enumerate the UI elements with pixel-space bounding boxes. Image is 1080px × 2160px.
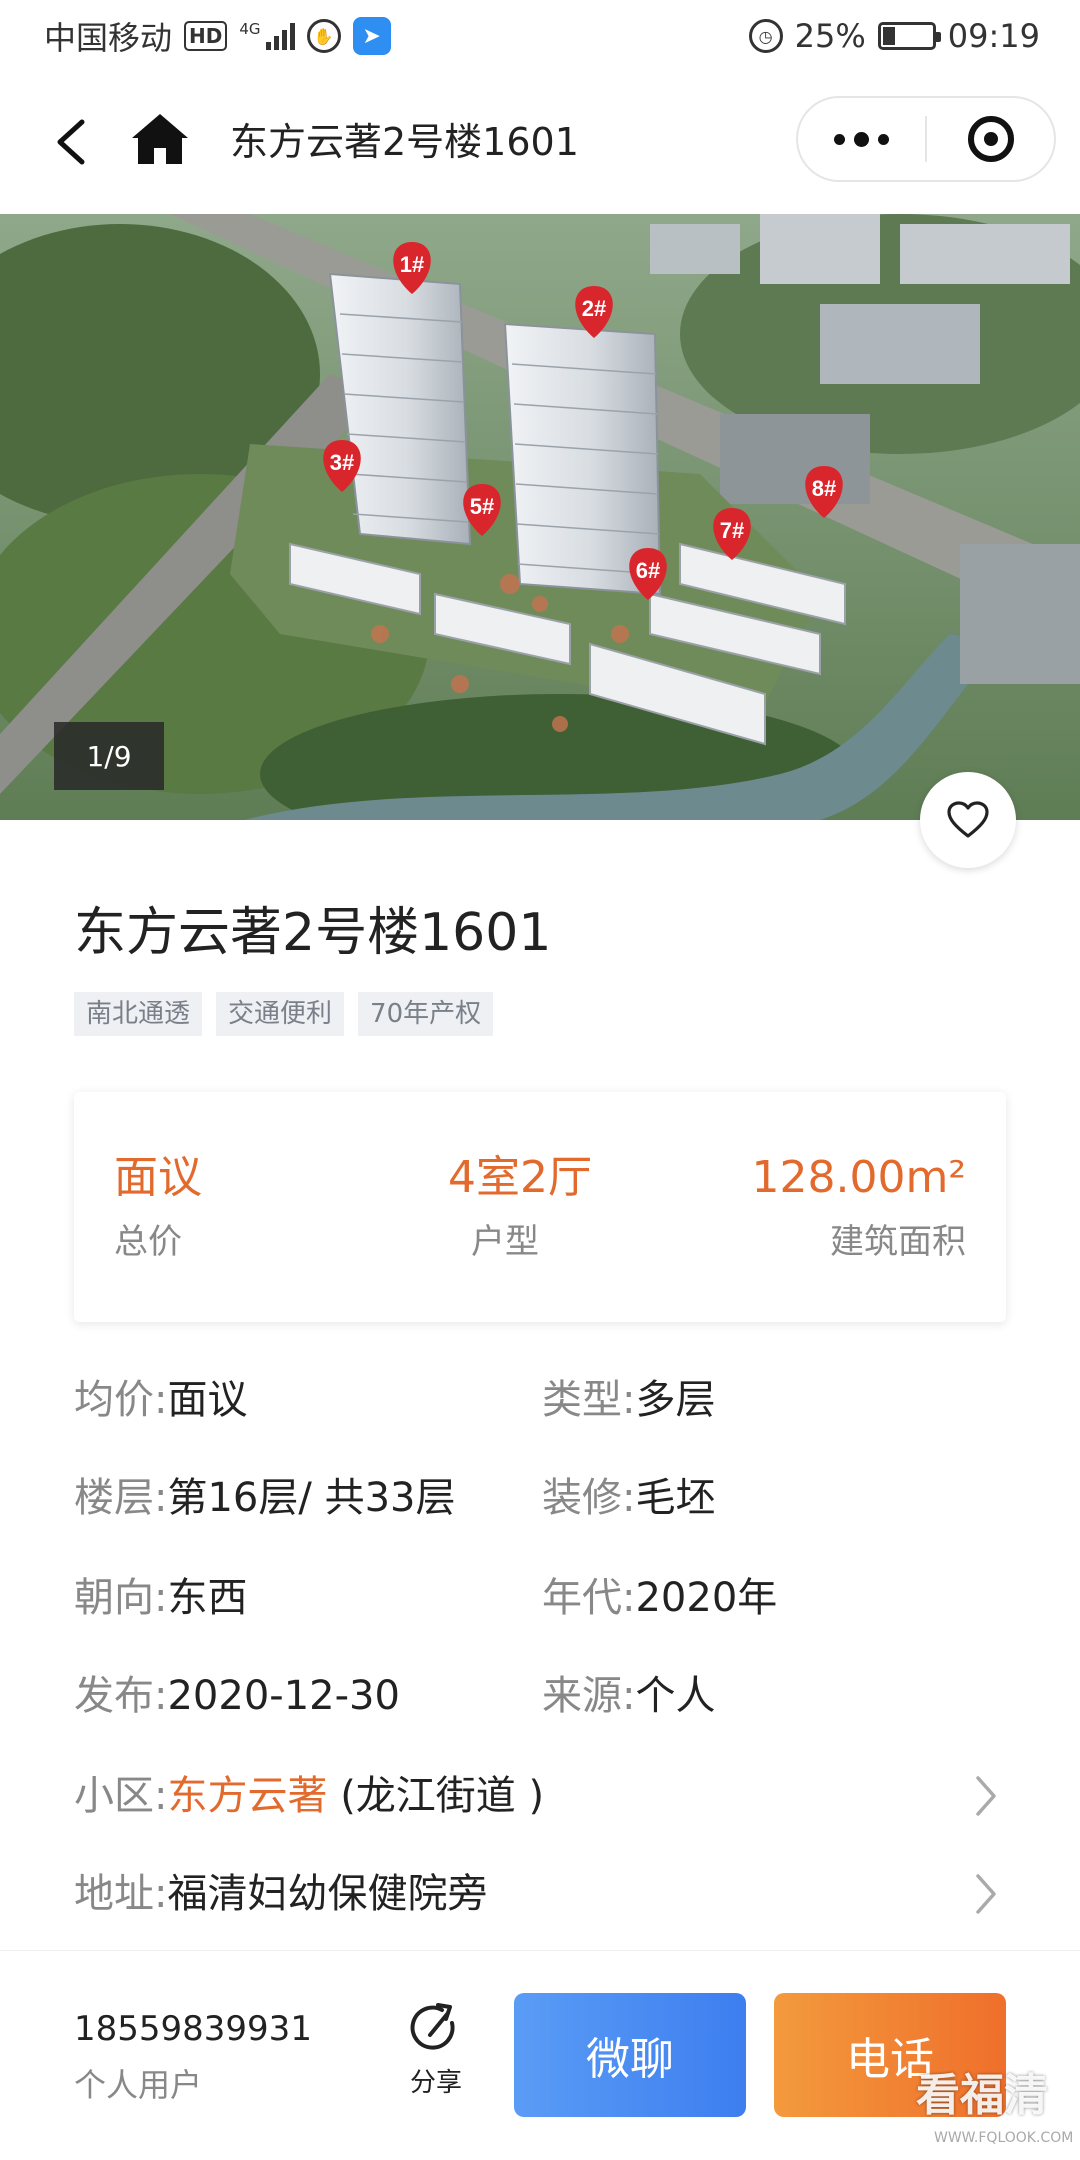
nav-title: 东方云著2号楼1601 xyxy=(230,120,579,164)
avg-price-key: 均价: xyxy=(74,1377,168,1423)
layout-value: 4室2厅 xyxy=(448,1152,592,1203)
status-left: 中国移动 HD 4G ✋ ➤ xyxy=(44,13,391,59)
watermark-logo: 看福清 xyxy=(916,2070,1048,2121)
app-notification-icon: ➤ xyxy=(352,17,391,55)
home-icon[interactable] xyxy=(128,108,192,172)
hand-icon: ✋ xyxy=(306,19,341,53)
source-key: 来源: xyxy=(542,1673,636,1719)
published-key: 发布: xyxy=(74,1673,168,1719)
favorite-button[interactable] xyxy=(920,772,1016,868)
status-right: ◷ 25% 09:19 xyxy=(748,17,1040,55)
area-label: 建筑面积 xyxy=(830,1222,967,1262)
close-target-icon[interactable] xyxy=(927,98,1054,180)
total-price-value: 面议 xyxy=(114,1152,202,1203)
avg-price-value: 面议 xyxy=(167,1377,248,1423)
decoration-value: 毛坯 xyxy=(635,1475,716,1521)
marker-label-3: 3# xyxy=(330,450,354,475)
floor-key: 楼层: xyxy=(74,1475,168,1521)
battery-percent: 25% xyxy=(794,17,866,55)
detail-address[interactable]: 地址:福清妇幼保健院旁 xyxy=(74,1866,487,1922)
carrier-label: 中国移动 xyxy=(44,19,173,57)
decoration-key: 装修: xyxy=(542,1475,636,1521)
share-button[interactable]: 分享 xyxy=(396,2001,476,2121)
year-value: 2020年 xyxy=(635,1575,778,1621)
key-facts-card: 面议 总价 4室2厅 户型 128.00m² 建筑面积 xyxy=(74,1092,1006,1322)
back-icon[interactable] xyxy=(44,114,100,170)
detail-type: 类型:多层 xyxy=(542,1372,715,1428)
detail-orientation: 朝向:东西 xyxy=(74,1570,247,1626)
alarm-icon: ◷ xyxy=(748,19,783,53)
total-price-label: 总价 xyxy=(114,1222,182,1262)
battery-fill xyxy=(882,27,895,45)
battery-icon xyxy=(877,22,941,50)
mini-program-capsule xyxy=(796,96,1056,182)
community-district: (龙江街道 ) xyxy=(327,1773,545,1819)
published-value: 2020-12-30 xyxy=(167,1673,400,1719)
share-icon xyxy=(410,2003,455,2050)
image-counter: 1/9 xyxy=(54,722,164,790)
community-name[interactable]: 东方云著 xyxy=(167,1773,327,1819)
watermark-url: WWW.FQLOOK.COM xyxy=(934,2130,1074,2146)
community-key: 小区: xyxy=(74,1773,168,1819)
detail-decoration: 装修:毛坯 xyxy=(542,1470,715,1526)
tag-item: 70年产权 xyxy=(358,992,494,1036)
address-value: 福清妇幼保健院旁 xyxy=(167,1871,488,1917)
address-key: 地址: xyxy=(74,1871,168,1917)
tag-item: 南北通透 xyxy=(74,992,203,1036)
orientation-value: 东西 xyxy=(167,1575,248,1621)
detail-source: 来源:个人 xyxy=(542,1668,715,1724)
type-value: 多层 xyxy=(635,1377,716,1423)
heart-icon xyxy=(947,801,989,838)
contact-role: 个人用户 xyxy=(74,2066,203,2104)
year-key: 年代: xyxy=(542,1575,636,1621)
marker-label-1: 1# xyxy=(400,252,424,277)
tag-item: 交通便利 xyxy=(216,992,345,1036)
layout-label: 户型 xyxy=(471,1222,539,1262)
detail-published: 发布:2020-12-30 xyxy=(74,1668,400,1724)
hero-image[interactable]: 1# 2# 3# 5# 6# 7# 8# 1/9 xyxy=(0,214,1080,820)
detail-year: 年代:2020年 xyxy=(542,1570,777,1626)
area-value: 128.00m² xyxy=(751,1152,967,1203)
listing-title: 东方云著2号楼1601 xyxy=(74,903,552,963)
marker-label-8: 8# xyxy=(812,476,836,501)
signal-icon: 4G xyxy=(239,20,295,50)
address-chevron-right-icon[interactable] xyxy=(966,1866,1006,1922)
type-key: 类型: xyxy=(542,1377,636,1423)
detail-community[interactable]: 小区:东方云著 (龙江街道 ) xyxy=(74,1768,544,1824)
fact-layout: 4室2厅 户型 xyxy=(385,1150,696,1264)
network-type: 4G xyxy=(239,20,261,38)
detail-floor: 楼层:第16层/ 共33层 xyxy=(74,1470,455,1526)
detail-avg-price: 均价:面议 xyxy=(74,1372,247,1428)
floor-value: 第16层/ 共33层 xyxy=(167,1475,456,1521)
marker-label-5: 5# xyxy=(470,494,494,519)
marker-label-2: 2# xyxy=(582,296,606,321)
more-icon[interactable] xyxy=(798,98,925,180)
bottom-action-bar: 18559839931 个人用户 分享 微聊 电话 xyxy=(0,1950,1080,2160)
contact-phone: 18559839931 xyxy=(74,2009,312,2049)
marker-label-6: 6# xyxy=(636,558,660,583)
marker-label-7: 7# xyxy=(720,518,744,543)
share-label: 分享 xyxy=(409,2068,462,2098)
orientation-key: 朝向: xyxy=(74,1575,168,1621)
hd-badge: HD xyxy=(184,21,228,51)
nav-bar: 东方云著2号楼1601 xyxy=(0,72,1080,214)
fact-total-price: 面议 总价 xyxy=(114,1150,385,1264)
status-bar: 中国移动 HD 4G ✋ ➤ ◷ 25% 09:19 xyxy=(0,0,1080,72)
chat-button[interactable]: 微聊 xyxy=(514,1993,746,2117)
feature-tags: 南北通透 交通便利 70年产权 xyxy=(74,992,494,1036)
fact-area: 128.00m² 建筑面积 xyxy=(695,1150,966,1264)
source-value: 个人 xyxy=(635,1673,716,1719)
community-chevron-right-icon[interactable] xyxy=(966,1768,1006,1824)
clock: 09:19 xyxy=(947,17,1040,55)
